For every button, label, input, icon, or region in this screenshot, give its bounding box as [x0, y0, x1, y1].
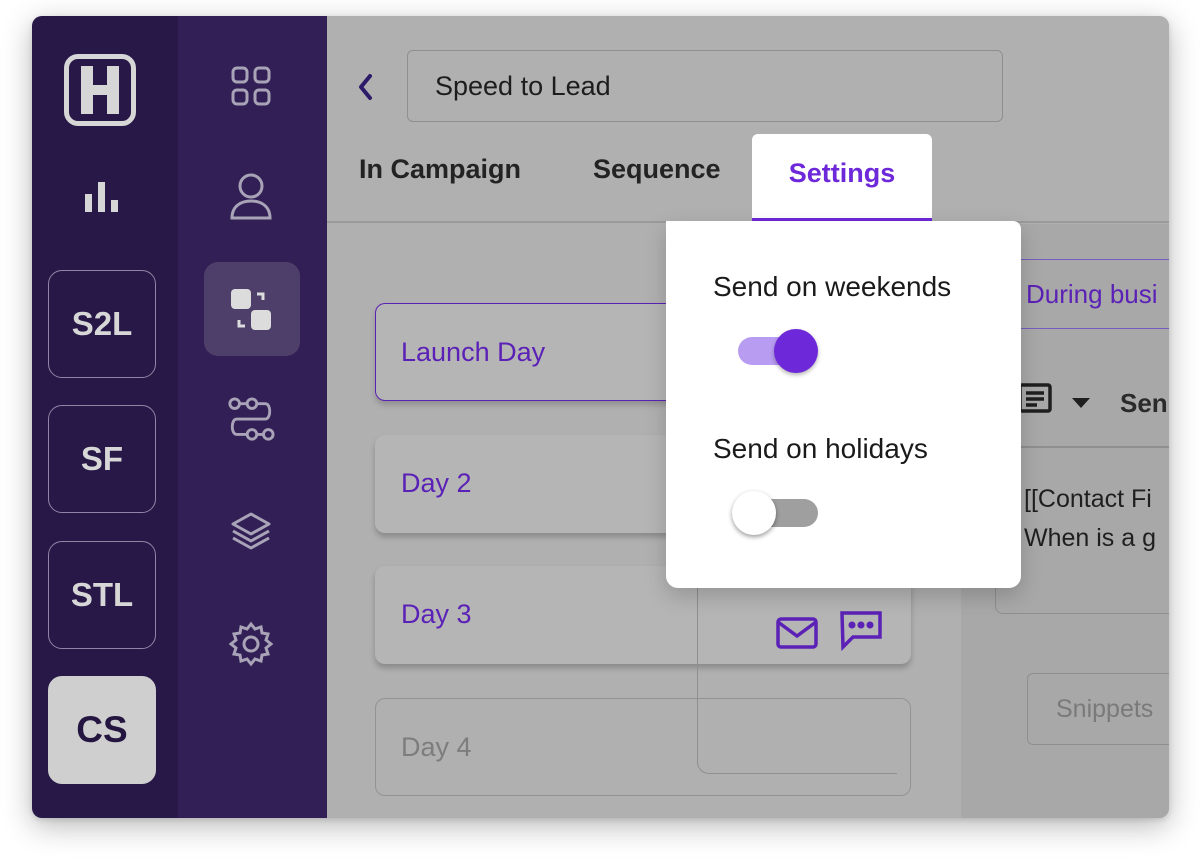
send-on-holidays-label: Send on holidays — [713, 433, 928, 464]
workspace-rail: S2L SF STL CS — [32, 16, 178, 818]
campaign-name-input[interactable]: Speed to Lead — [407, 50, 1003, 122]
day-label: Launch Day — [401, 337, 546, 367]
workspace-stl-button[interactable]: STL — [48, 541, 156, 649]
app-logo-icon[interactable] — [64, 54, 136, 126]
tab-in-campaign[interactable]: In Campaign — [359, 154, 521, 185]
send-on-weekends-toggle[interactable] — [738, 329, 818, 373]
message-body-textarea[interactable]: [[Contact Fi When is a g — [995, 448, 1169, 614]
workspace-s2l-button[interactable]: S2L — [48, 270, 156, 378]
workflows-icon[interactable] — [227, 396, 275, 444]
app-window: S2L SF STL CS Speed to Lead In Campaign … — [32, 16, 1169, 818]
day-label: Day 3 — [401, 599, 472, 629]
toggle-knob — [774, 329, 818, 373]
analytics-icon[interactable] — [82, 176, 122, 220]
toggle-knob — [732, 491, 776, 535]
contacts-icon[interactable] — [227, 173, 275, 221]
back-chevron-icon[interactable] — [355, 72, 377, 106]
settings-popover: Send on weekends Send on holidays — [666, 221, 1021, 588]
dashboard-icon[interactable] — [227, 62, 275, 110]
send-label[interactable]: Sen — [1120, 388, 1168, 419]
tab-settings-label: Settings — [788, 158, 896, 188]
snippets-button[interactable]: Snippets — [1027, 673, 1169, 745]
workspace-cs-button[interactable]: CS — [48, 676, 156, 784]
tab-settings[interactable]: Settings — [752, 134, 932, 224]
day-label: Day 4 — [401, 732, 472, 762]
tab-sequence[interactable]: Sequence — [593, 154, 721, 185]
send-on-weekends-label: Send on weekends — [713, 271, 952, 302]
template-icon[interactable] — [1017, 382, 1057, 418]
campaigns-icon[interactable] — [227, 286, 275, 334]
settings-icon[interactable] — [227, 620, 275, 668]
day-label: Day 2 — [401, 468, 472, 498]
timing-select[interactable]: During busi — [1020, 259, 1169, 329]
workspace-sf-button[interactable]: SF — [48, 405, 156, 513]
layers-icon[interactable] — [227, 508, 275, 556]
send-on-holidays-toggle[interactable] — [732, 491, 818, 535]
template-dropdown-icon[interactable] — [1070, 395, 1092, 414]
nav-rail — [178, 16, 327, 818]
